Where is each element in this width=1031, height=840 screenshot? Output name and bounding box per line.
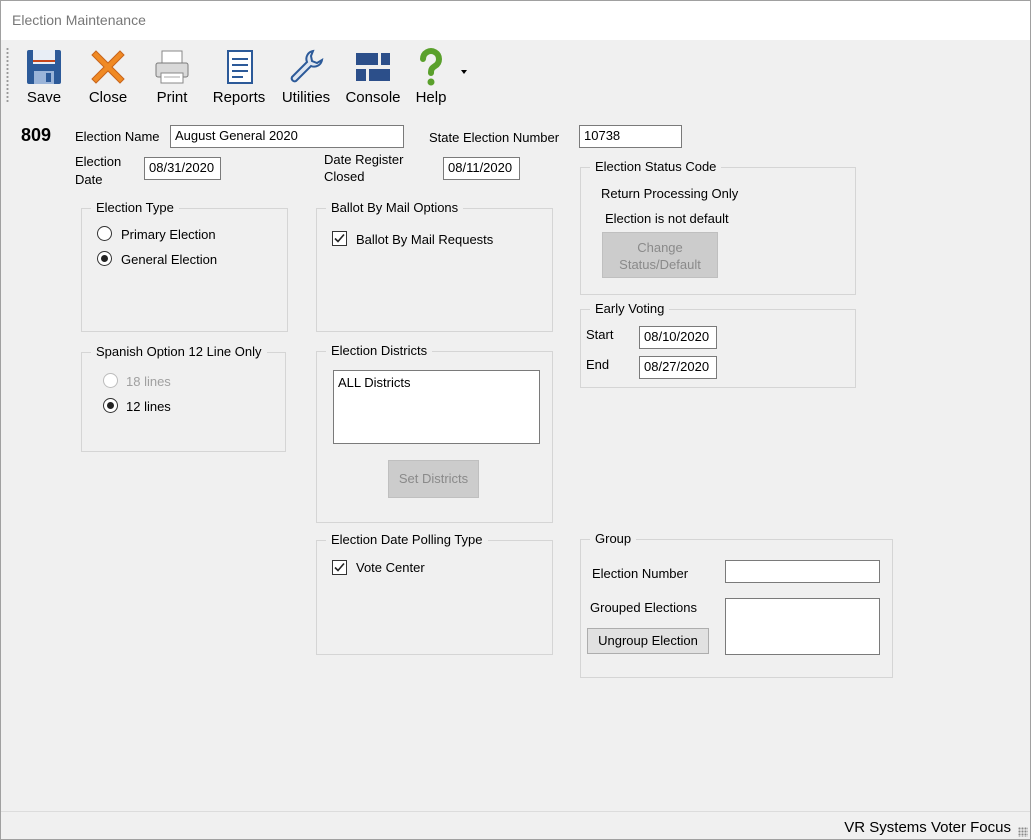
18-lines-radio[interactable] bbox=[103, 373, 118, 388]
reports-button[interactable]: Reports bbox=[211, 45, 267, 107]
window-title: Election Maintenance bbox=[12, 12, 146, 28]
early-voting-group: Early Voting Start 08/10/2020 End 08/27/… bbox=[580, 301, 856, 388]
ballot-by-mail-requests-label[interactable]: Ballot By Mail Requests bbox=[356, 232, 493, 247]
help-label: Help bbox=[415, 89, 447, 106]
general-election-radio[interactable] bbox=[97, 251, 112, 266]
default-text: Election is not default bbox=[605, 211, 729, 226]
print-button[interactable]: Print bbox=[147, 45, 197, 107]
ungroup-election-button[interactable]: Ungroup Election bbox=[587, 628, 709, 654]
state-election-number-field[interactable]: 10738 bbox=[579, 125, 682, 148]
ballot-by-mail-requests-checkbox[interactable] bbox=[332, 231, 347, 246]
election-id: 809 bbox=[21, 125, 52, 145]
12-lines-radio[interactable] bbox=[103, 398, 118, 413]
election-type-title: Election Type bbox=[91, 200, 179, 215]
printer-icon bbox=[155, 50, 189, 84]
checkmark-icon bbox=[334, 233, 345, 243]
18-lines-label[interactable]: 18 lines bbox=[126, 374, 171, 389]
grouped-elections-list[interactable] bbox=[725, 598, 880, 655]
election-date-field[interactable]: 08/31/2020 bbox=[144, 157, 221, 180]
date-register-closed-label-line2: Closed bbox=[324, 169, 365, 184]
election-date-label-line1: Election bbox=[75, 154, 122, 169]
date-register-closed-field[interactable]: 08/11/2020 bbox=[443, 157, 520, 180]
wrench-icon bbox=[290, 49, 324, 83]
group-group: Group Election Number Grouped Elections … bbox=[580, 531, 893, 678]
grouped-elections-label: Grouped Elections bbox=[590, 600, 697, 615]
change-status-label-line2: Status/Default bbox=[619, 257, 701, 272]
election-date-label-line2: Date bbox=[75, 172, 103, 187]
vote-center-checkbox[interactable] bbox=[332, 560, 347, 575]
print-label: Print bbox=[156, 89, 188, 106]
start-date-field[interactable]: 08/10/2020 bbox=[639, 326, 717, 349]
election-number-field[interactable] bbox=[725, 560, 880, 583]
ballot-by-mail-title: Ballot By Mail Options bbox=[326, 200, 464, 215]
console-button[interactable]: Console bbox=[345, 45, 401, 107]
status-code-title: Election Status Code bbox=[590, 159, 722, 174]
ballot-by-mail-group: Ballot By Mail Options Ballot By Mail Re… bbox=[316, 200, 553, 332]
change-status-button[interactable]: Change Status/Default bbox=[602, 232, 718, 278]
console-icon bbox=[356, 53, 390, 81]
primary-election-radio[interactable] bbox=[97, 226, 112, 241]
close-button[interactable]: Close bbox=[83, 45, 133, 107]
title-bar: Election Maintenance bbox=[1, 1, 1030, 40]
resize-grip-icon[interactable] bbox=[1018, 827, 1028, 837]
save-button[interactable]: Save bbox=[19, 45, 69, 107]
general-election-label[interactable]: General Election bbox=[121, 252, 217, 267]
status-bar-text: VR Systems Voter Focus bbox=[844, 819, 1011, 836]
start-label: Start bbox=[586, 327, 614, 342]
election-districts-group: Election Districts ALL Districts Set Dis… bbox=[316, 343, 553, 523]
utilities-button[interactable]: Utilities bbox=[279, 45, 333, 107]
reports-label: Reports bbox=[212, 89, 266, 106]
status-code-group: Election Status Code Return Processing O… bbox=[580, 159, 856, 295]
list-item[interactable]: ALL Districts bbox=[338, 375, 410, 390]
spanish-option-title: Spanish Option 12 Line Only bbox=[91, 344, 267, 359]
status-bar: VR Systems Voter Focus bbox=[1, 811, 1030, 839]
change-status-label-line1: Change bbox=[637, 240, 683, 255]
12-lines-label[interactable]: 12 lines bbox=[126, 399, 171, 414]
close-label: Close bbox=[88, 89, 128, 106]
close-icon bbox=[91, 50, 125, 84]
set-districts-button[interactable]: Set Districts bbox=[388, 460, 479, 498]
help-dropdown-icon[interactable] bbox=[461, 70, 467, 74]
end-date-field[interactable]: 08/27/2020 bbox=[639, 356, 717, 379]
election-districts-title: Election Districts bbox=[326, 343, 433, 358]
state-election-number-label: State Election Number bbox=[429, 130, 560, 145]
utilities-label: Utilities bbox=[281, 89, 331, 106]
end-label: End bbox=[586, 357, 610, 372]
election-name-field[interactable]: August General 2020 bbox=[170, 125, 404, 148]
early-voting-title: Early Voting bbox=[590, 301, 670, 316]
vote-center-label[interactable]: Vote Center bbox=[356, 560, 425, 575]
spanish-option-group: Spanish Option 12 Line Only 18 lines 12 … bbox=[81, 344, 286, 452]
reports-icon bbox=[227, 50, 253, 84]
group-title: Group bbox=[590, 531, 637, 546]
polling-type-title: Election Date Polling Type bbox=[326, 532, 488, 547]
checkmark-icon bbox=[334, 562, 345, 572]
status-text: Return Processing Only bbox=[601, 186, 739, 201]
districts-list[interactable]: ALL Districts bbox=[333, 370, 540, 444]
primary-election-label[interactable]: Primary Election bbox=[121, 227, 216, 242]
save-icon bbox=[27, 50, 61, 84]
toolbar: Save Close Print Reports Utilities Conso… bbox=[5, 42, 475, 108]
help-button[interactable]: Help bbox=[411, 45, 451, 107]
toolbar-grip[interactable] bbox=[6, 47, 9, 103]
console-label: Console bbox=[345, 89, 401, 106]
election-number-label: Election Number bbox=[592, 566, 689, 581]
save-label: Save bbox=[26, 89, 62, 106]
polling-type-group: Election Date Polling Type Vote Center bbox=[316, 532, 553, 655]
election-name-label: Election Name bbox=[75, 129, 160, 144]
date-register-closed-label-line1: Date Register bbox=[324, 152, 404, 167]
election-maintenance-window: Election Maintenance Save Close Print Re… bbox=[0, 0, 1031, 840]
election-type-group: Election Type Primary Election General E… bbox=[81, 200, 288, 332]
help-icon bbox=[420, 48, 442, 86]
